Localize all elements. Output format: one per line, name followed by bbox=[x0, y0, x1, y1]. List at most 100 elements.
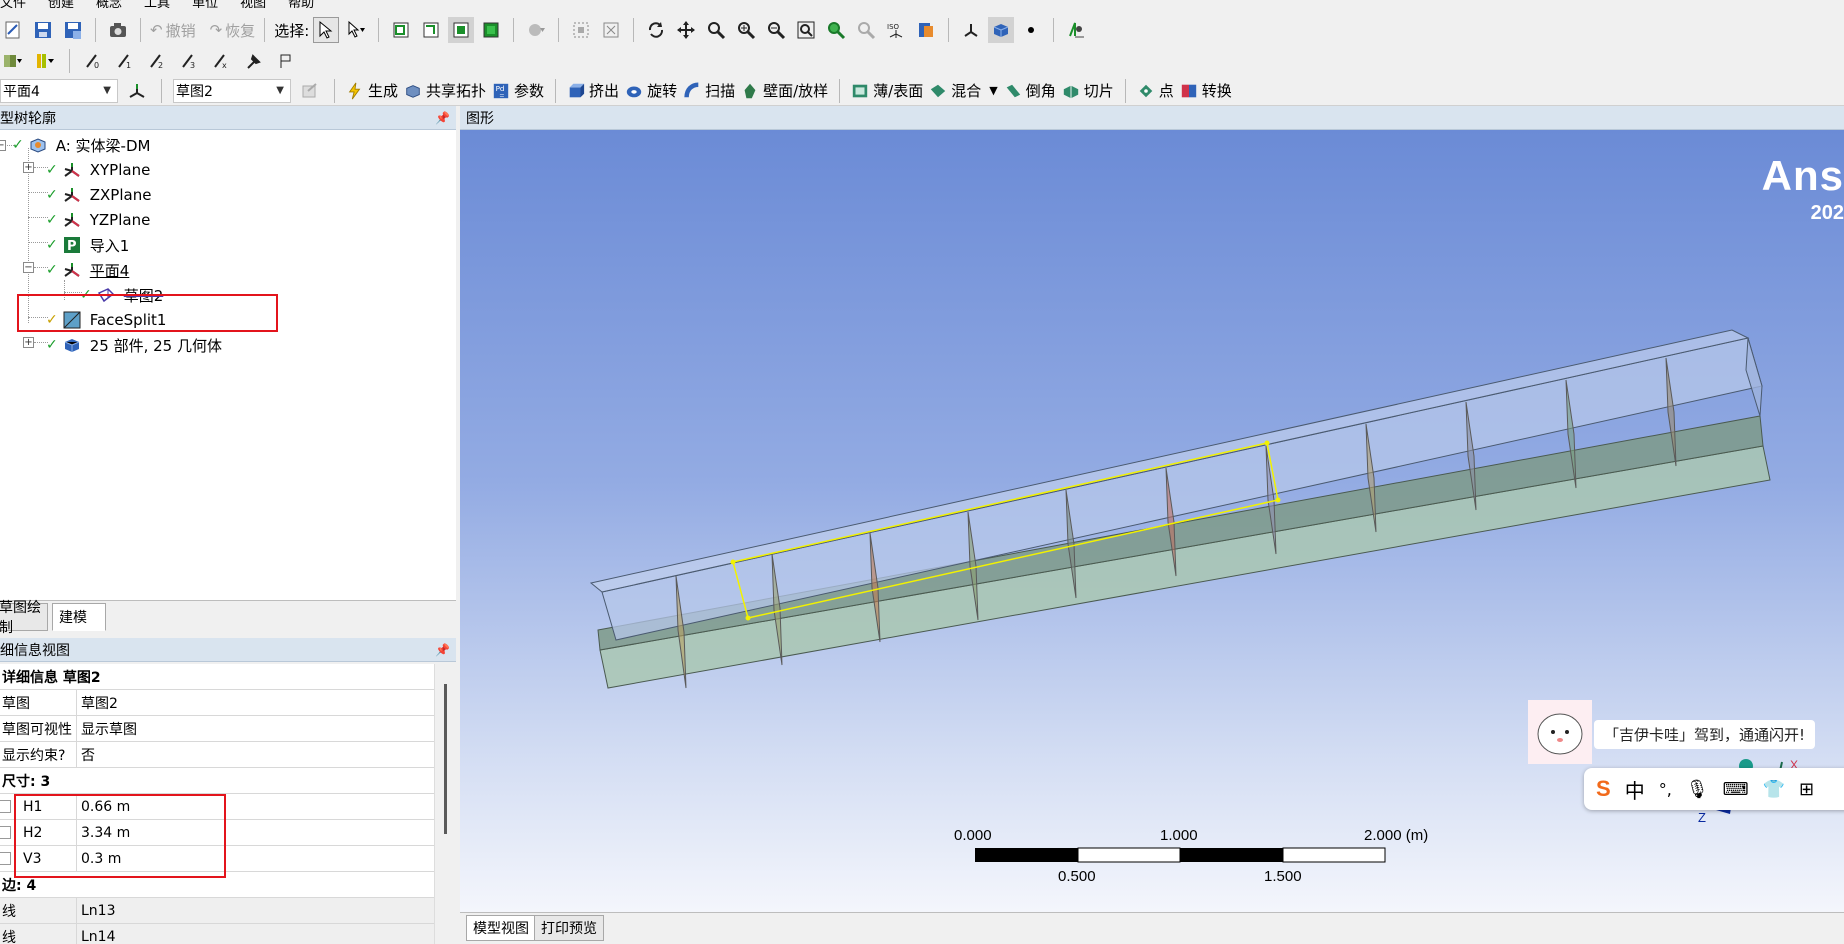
conversion-button[interactable]: 转换 bbox=[1180, 80, 1232, 101]
menu-file[interactable]: 文件 bbox=[0, 0, 26, 8]
tree-node-yzplane[interactable]: ✓ YZPlane bbox=[46, 209, 150, 231]
extrude-button[interactable]: 挤出 bbox=[567, 80, 619, 101]
zoom-in-icon[interactable] bbox=[733, 17, 759, 43]
pin-icon[interactable]: 📌 bbox=[435, 643, 450, 657]
edge-tool-0-icon[interactable]: 0 bbox=[81, 48, 107, 74]
zoom-fit-icon[interactable] bbox=[823, 17, 849, 43]
edge-tool-2-icon[interactable]: 2 bbox=[145, 48, 171, 74]
revolve-button[interactable]: 旋转 bbox=[625, 80, 677, 101]
box-select-icon[interactable] bbox=[568, 17, 594, 43]
select-point-icon[interactable] bbox=[388, 17, 414, 43]
parameter-checkbox[interactable] bbox=[0, 826, 11, 839]
edge-coloring-icon[interactable] bbox=[32, 48, 58, 74]
tree-node-plane4[interactable]: ✓ 平面4 bbox=[46, 259, 129, 281]
notification-toast[interactable]: 「吉伊卡哇」驾到，通通闪开! bbox=[1528, 700, 1844, 764]
redo-button[interactable]: ↷ 恢复 bbox=[210, 20, 256, 41]
dimension-row[interactable]: H1 0.66 m bbox=[0, 794, 434, 820]
extend-selection-icon[interactable] bbox=[523, 17, 549, 43]
tree-node-xyplane[interactable]: ✓ XYPlane bbox=[46, 159, 150, 181]
parameter-checkbox[interactable] bbox=[0, 800, 11, 813]
menu-concept[interactable]: 概念 bbox=[96, 0, 122, 8]
select-body-icon[interactable] bbox=[478, 17, 504, 43]
select-pointer-icon[interactable] bbox=[313, 17, 340, 43]
pin-tool-icon[interactable] bbox=[241, 48, 267, 74]
menu-help[interactable]: 帮助 bbox=[288, 0, 314, 8]
details-row[interactable]: 显示约束? 否 bbox=[0, 742, 434, 768]
tree-node-root[interactable]: ✓ A: 实体梁-DM bbox=[12, 134, 150, 156]
parameter-checkbox[interactable] bbox=[0, 852, 11, 865]
tab-model-view[interactable]: 模型视图 bbox=[466, 915, 536, 941]
tree-expand-toggle[interactable]: + bbox=[23, 162, 34, 173]
details-row[interactable]: 草图 草图2 bbox=[0, 690, 434, 716]
menu-tools[interactable]: 工具 bbox=[144, 0, 170, 8]
new-sketch-icon[interactable] bbox=[297, 78, 323, 104]
thin-surface-button[interactable]: 薄/表面 bbox=[851, 80, 923, 101]
display-style-icon[interactable] bbox=[0, 48, 26, 74]
zoom-out-icon[interactable] bbox=[763, 17, 789, 43]
magnifier-icon[interactable] bbox=[853, 17, 879, 43]
wizard-icon[interactable] bbox=[1063, 17, 1089, 43]
edge-row[interactable]: 线 Ln13 bbox=[0, 898, 434, 924]
camera-icon[interactable] bbox=[105, 17, 131, 43]
edge-row[interactable]: 线 Ln14 bbox=[0, 924, 434, 944]
point-display-icon[interactable] bbox=[1018, 17, 1044, 43]
tree-node-sketch2[interactable]: ✓ 草图2 bbox=[80, 284, 163, 306]
blend-button[interactable]: 混合 ▼ bbox=[929, 80, 998, 101]
menu-units[interactable]: 单位 bbox=[192, 0, 218, 8]
sketch-combo[interactable]: 草图2 ▼ bbox=[173, 78, 291, 103]
tree-collapse-toggle[interactable]: − bbox=[0, 140, 6, 151]
pan-icon[interactable] bbox=[673, 17, 699, 43]
apps-grid-icon[interactable]: ⊞ bbox=[1799, 779, 1814, 800]
point-button[interactable]: 点 bbox=[1137, 80, 1174, 101]
keyboard-icon[interactable]: ⌨ bbox=[1723, 779, 1749, 800]
select-edge-icon[interactable] bbox=[418, 17, 444, 43]
plane-combo[interactable]: 平面4 ▼ bbox=[0, 78, 118, 103]
save-as-icon[interactable] bbox=[60, 17, 86, 43]
display-mode-icon[interactable] bbox=[913, 17, 939, 43]
zoom-fit-select-icon[interactable] bbox=[598, 17, 624, 43]
tab-print-preview[interactable]: 打印预览 bbox=[534, 915, 604, 941]
iso-view-icon[interactable]: ISO bbox=[883, 17, 909, 43]
zoom-icon[interactable] bbox=[703, 17, 729, 43]
chamfer-button[interactable]: 倒角 bbox=[1004, 80, 1056, 101]
menu-view[interactable]: 视图 bbox=[240, 0, 266, 8]
edge-tool-3-icon[interactable]: 3 bbox=[177, 48, 203, 74]
rotate-icon[interactable] bbox=[643, 17, 669, 43]
edge-tool-1-icon[interactable]: 1 bbox=[113, 48, 139, 74]
tree-node-import1[interactable]: ✓ P 导入1 bbox=[46, 234, 129, 256]
ime-language-toggle[interactable]: 中 bbox=[1625, 775, 1645, 804]
menu-create[interactable]: 创建 bbox=[48, 0, 74, 8]
tree-node-facesplit1[interactable]: ✓ FaceSplit1 bbox=[46, 309, 166, 331]
parameters-button[interactable]: Pd = 参数 bbox=[492, 80, 544, 101]
sweep-button[interactable]: 扫描 bbox=[683, 80, 735, 101]
save-icon[interactable] bbox=[30, 17, 56, 43]
tab-sketching[interactable]: 草图绘制 bbox=[0, 600, 48, 636]
slice-button[interactable]: 切片 bbox=[1062, 80, 1114, 101]
microphone-icon[interactable]: 🎙 bbox=[1686, 779, 1709, 800]
scrollbar-thumb[interactable] bbox=[444, 684, 447, 834]
dimension-row[interactable]: V3 0.3 m bbox=[0, 846, 434, 872]
pin-icon[interactable]: 📌 bbox=[435, 111, 450, 125]
triad-icon[interactable] bbox=[958, 17, 984, 43]
tree-node-parts[interactable]: ✓ 25 部件, 25 几何体 bbox=[46, 334, 222, 356]
dimension-row[interactable]: H2 3.34 m bbox=[0, 820, 434, 846]
skin-loft-button[interactable]: 壁面/放样 bbox=[741, 80, 828, 101]
show-model-icon[interactable] bbox=[988, 17, 1015, 43]
edge-tool-x-icon[interactable]: x bbox=[209, 48, 235, 74]
select-mode-icon[interactable] bbox=[343, 17, 369, 43]
undo-button[interactable]: ↶ 撤销 bbox=[150, 20, 196, 41]
select-face-icon[interactable] bbox=[448, 17, 475, 43]
generate-button[interactable]: 生成 bbox=[346, 80, 398, 101]
box-zoom-icon[interactable] bbox=[793, 17, 819, 43]
skin-icon[interactable]: 👕 bbox=[1763, 779, 1785, 800]
share-topology-button[interactable]: 共享拓扑 bbox=[404, 80, 486, 101]
tree-expand-toggle[interactable]: + bbox=[23, 337, 34, 348]
details-scrollbar[interactable] bbox=[434, 664, 454, 944]
new-plane-icon[interactable] bbox=[124, 78, 150, 104]
punctuation-icon[interactable]: °, bbox=[1659, 780, 1672, 799]
new-file-icon[interactable] bbox=[0, 17, 26, 43]
tree-collapse-toggle[interactable]: − bbox=[23, 262, 34, 273]
flag-tool-icon[interactable] bbox=[273, 48, 299, 74]
tab-modeling[interactable]: 建模 bbox=[52, 603, 106, 631]
details-row[interactable]: 草图可视性 显示草图 bbox=[0, 716, 434, 742]
